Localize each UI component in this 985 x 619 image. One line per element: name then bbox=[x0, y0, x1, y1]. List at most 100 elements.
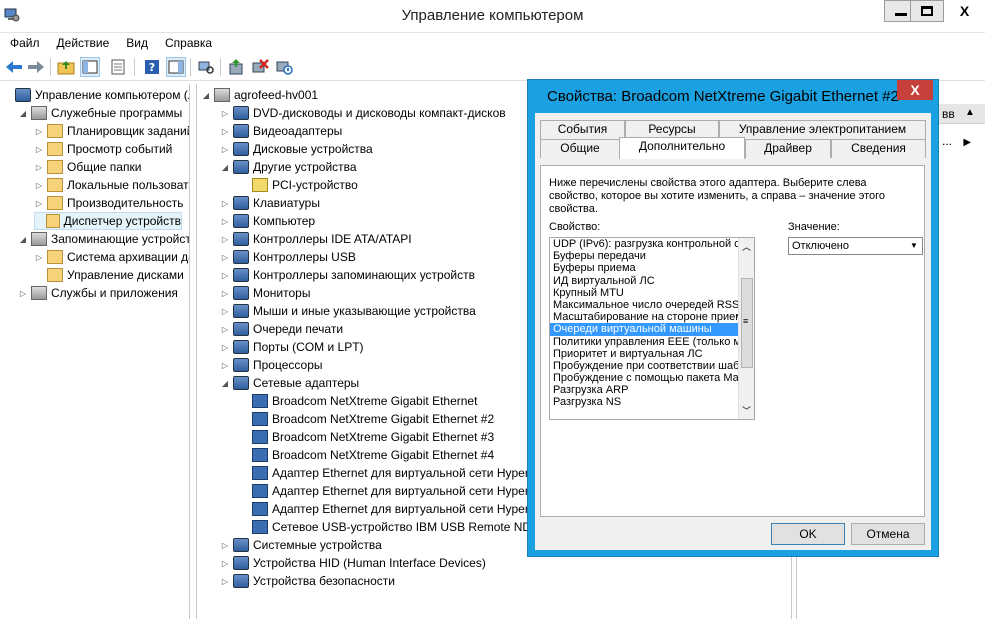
expand-arrow-icon[interactable]: ▷ bbox=[220, 289, 230, 298]
property-list-item[interactable]: Разгрузка ARP bbox=[550, 384, 738, 396]
device-tree-item[interactable]: ▷ Компьютер bbox=[220, 212, 315, 230]
device-tree-item[interactable]: PCI-устройство bbox=[239, 176, 358, 194]
property-list-item[interactable]: Пробуждение при соответствии шаб bbox=[550, 360, 738, 372]
network-adapter-item[interactable]: Сетевое USB-устройство IBM USB Remote ND… bbox=[239, 518, 534, 536]
tab-general[interactable]: Общие bbox=[540, 139, 620, 158]
expand-arrow-icon[interactable]: ▷ bbox=[34, 199, 44, 208]
update-driver-button[interactable] bbox=[226, 57, 246, 77]
cancel-button[interactable]: Отмена bbox=[851, 523, 925, 545]
console-tree-item[interactable]: Диспетчер устройств bbox=[34, 212, 182, 230]
device-tree-item[interactable]: ▷ DVD-дисководы и дисководы компакт-диско… bbox=[220, 104, 506, 122]
network-adapter-item[interactable]: Broadcom NetXtreme Gigabit Ethernet #4 bbox=[239, 446, 494, 464]
device-tree-item[interactable]: ▷ Дисковые устройства bbox=[220, 140, 373, 158]
dialog-close-button[interactable]: X bbox=[897, 80, 933, 100]
expand-arrow-icon[interactable]: ▷ bbox=[220, 541, 230, 550]
expand-arrow-icon[interactable]: ▷ bbox=[220, 127, 230, 136]
expand-arrow-icon[interactable]: ▷ bbox=[34, 145, 44, 154]
tab-details[interactable]: Сведения bbox=[831, 139, 926, 158]
expand-arrow-icon[interactable]: ▷ bbox=[220, 325, 230, 334]
expand-arrow-icon[interactable]: ▷ bbox=[34, 127, 44, 136]
ok-button[interactable]: OK bbox=[771, 523, 845, 545]
property-list-item[interactable]: Буферы приема bbox=[550, 262, 738, 274]
menu-action[interactable]: Действие bbox=[47, 34, 117, 50]
expanded-arrow-icon[interactable]: ◢ bbox=[18, 235, 28, 244]
console-tree-item[interactable]: ▷ Производительность bbox=[34, 194, 183, 212]
network-adapter-item[interactable]: Адаптер Ethernet для виртуальной сети Hy… bbox=[239, 482, 529, 500]
expand-arrow-icon[interactable]: ▷ bbox=[220, 577, 230, 586]
device-tree-item[interactable]: ▷ Очереди печати bbox=[220, 320, 343, 338]
network-adapter-item[interactable]: Broadcom NetXtreme Gigabit Ethernet #2 bbox=[239, 410, 494, 428]
property-list-item[interactable]: Приоритет и виртуальная ЛС bbox=[550, 348, 738, 360]
property-list-item[interactable]: Максимальное число очередей RSS bbox=[550, 299, 738, 311]
console-tree-item[interactable]: ▷ Службы и приложения bbox=[18, 284, 178, 302]
scroll-up-icon[interactable]: ︿ bbox=[742, 240, 751, 253]
device-tree-item[interactable]: ▷ Контроллеры IDE ATA/ATAPI bbox=[220, 230, 412, 248]
action-pane-button[interactable] bbox=[166, 57, 186, 77]
value-select[interactable]: Отключено ▼ bbox=[788, 237, 923, 255]
expand-arrow-icon[interactable]: ▷ bbox=[220, 199, 230, 208]
menu-file[interactable]: Файл bbox=[0, 34, 47, 50]
device-tree-item[interactable]: ▷ Мониторы bbox=[220, 284, 310, 302]
expanded-arrow-icon[interactable]: ◢ bbox=[201, 91, 211, 100]
network-adapter-item[interactable]: Broadcom NetXtreme Gigabit Ethernet bbox=[239, 392, 477, 410]
property-list-item[interactable]: Политики управления EEE (только м bbox=[550, 336, 738, 348]
forward-button[interactable] bbox=[26, 57, 46, 77]
scan-hardware-button[interactable] bbox=[196, 57, 216, 77]
expand-arrow-icon[interactable]: ▷ bbox=[220, 307, 230, 316]
expand-arrow-icon[interactable]: ▷ bbox=[18, 289, 28, 298]
up-folder-button[interactable] bbox=[56, 57, 76, 77]
console-tree-item[interactable]: ▷ Локальные пользовате bbox=[34, 176, 189, 194]
help-button[interactable]: ? bbox=[142, 57, 162, 77]
expand-arrow-icon[interactable]: ▷ bbox=[220, 217, 230, 226]
actions-item[interactable]: ... ▶ bbox=[942, 134, 971, 148]
close-button[interactable]: X bbox=[944, 0, 985, 22]
expand-arrow-icon[interactable]: ▷ bbox=[220, 235, 230, 244]
show-tree-button[interactable] bbox=[80, 57, 100, 77]
collapse-arrow-icon[interactable]: ▲ bbox=[965, 107, 975, 118]
tab-advanced[interactable]: Дополнительно bbox=[619, 137, 745, 159]
console-tree-item[interactable]: ▷ Планировщик заданий bbox=[34, 122, 189, 140]
expanded-arrow-icon[interactable]: ◢ bbox=[18, 109, 28, 118]
expand-arrow-icon[interactable]: ▷ bbox=[220, 253, 230, 262]
device-tree-item[interactable]: ▷ Контроллеры запоминающих устройств bbox=[220, 266, 475, 284]
console-tree-item[interactable]: ◢ Служебные программы bbox=[18, 104, 182, 122]
expand-arrow-icon[interactable]: ▷ bbox=[34, 253, 44, 262]
property-list-item[interactable]: Пробуждение с помощью пакета Ма bbox=[550, 372, 738, 384]
device-tree-item[interactable]: ▷ Видеоадаптеры bbox=[220, 122, 342, 140]
device-tree-item[interactable]: ▷ Системные устройства bbox=[220, 536, 382, 554]
console-tree-item[interactable]: Управление компьютером (л bbox=[2, 86, 189, 104]
expand-arrow-icon[interactable]: ▷ bbox=[220, 361, 230, 370]
device-tree-item[interactable]: ◢ agrofeed-hv001 bbox=[201, 86, 318, 104]
network-adapter-item[interactable]: Адаптер Ethernet для виртуальной сети Hy… bbox=[239, 500, 529, 518]
console-tree-item[interactable]: ▷ Система архивации да bbox=[34, 248, 189, 266]
device-tree-item[interactable]: ◢ Другие устройства bbox=[220, 158, 357, 176]
expanded-arrow-icon[interactable]: ◢ bbox=[220, 163, 230, 172]
menu-view[interactable]: Вид bbox=[116, 34, 155, 50]
device-tree-item[interactable]: ▷ Порты (COM и LPT) bbox=[220, 338, 364, 356]
console-tree-item[interactable]: ◢ Запоминающие устройст bbox=[18, 230, 189, 248]
property-list-item[interactable]: Крупный MTU bbox=[550, 287, 738, 299]
property-list-item[interactable]: Буферы передачи bbox=[550, 250, 738, 262]
property-list-item[interactable]: UDP (IPv6): разгрузка контрольной с bbox=[550, 238, 738, 250]
scroll-down-icon[interactable]: ﹀ bbox=[742, 404, 751, 417]
uninstall-device-button[interactable] bbox=[250, 57, 270, 77]
properties-sheet-button[interactable] bbox=[108, 57, 128, 77]
device-tree-item[interactable]: ▷ Устройства безопасности bbox=[220, 572, 395, 590]
expand-arrow-icon[interactable]: ▷ bbox=[220, 271, 230, 280]
network-adapter-item[interactable]: Broadcom NetXtreme Gigabit Ethernet #3 bbox=[239, 428, 494, 446]
expand-arrow-icon[interactable]: ▷ bbox=[220, 145, 230, 154]
menu-help[interactable]: Справка bbox=[155, 34, 219, 50]
property-listbox[interactable]: UDP (IPv6): разгрузка контрольной с Буфер… bbox=[549, 237, 755, 420]
device-tree-item[interactable]: ▷ Мыши и иные указывающие устройства bbox=[220, 302, 476, 320]
device-tree-item[interactable]: ▷ Процессоры bbox=[220, 356, 323, 374]
expand-arrow-icon[interactable]: ▷ bbox=[34, 163, 44, 172]
property-list-item[interactable]: Разгрузка NS bbox=[550, 396, 738, 408]
expand-arrow-icon[interactable]: ▷ bbox=[220, 109, 230, 118]
property-list-item[interactable]: Масштабирование на стороне прием bbox=[550, 311, 738, 323]
expand-arrow-icon[interactable]: ▷ bbox=[220, 559, 230, 568]
expand-arrow-icon[interactable]: ▷ bbox=[34, 181, 44, 190]
console-tree-item[interactable]: Управление дисками bbox=[34, 266, 184, 284]
listbox-scrollbar[interactable]: ︿ ≡ ﹀ bbox=[738, 238, 754, 419]
device-tree-item[interactable]: ▷ Контроллеры USB bbox=[220, 248, 356, 266]
device-tree-item[interactable]: ◢ Сетевые адаптеры bbox=[220, 374, 359, 392]
